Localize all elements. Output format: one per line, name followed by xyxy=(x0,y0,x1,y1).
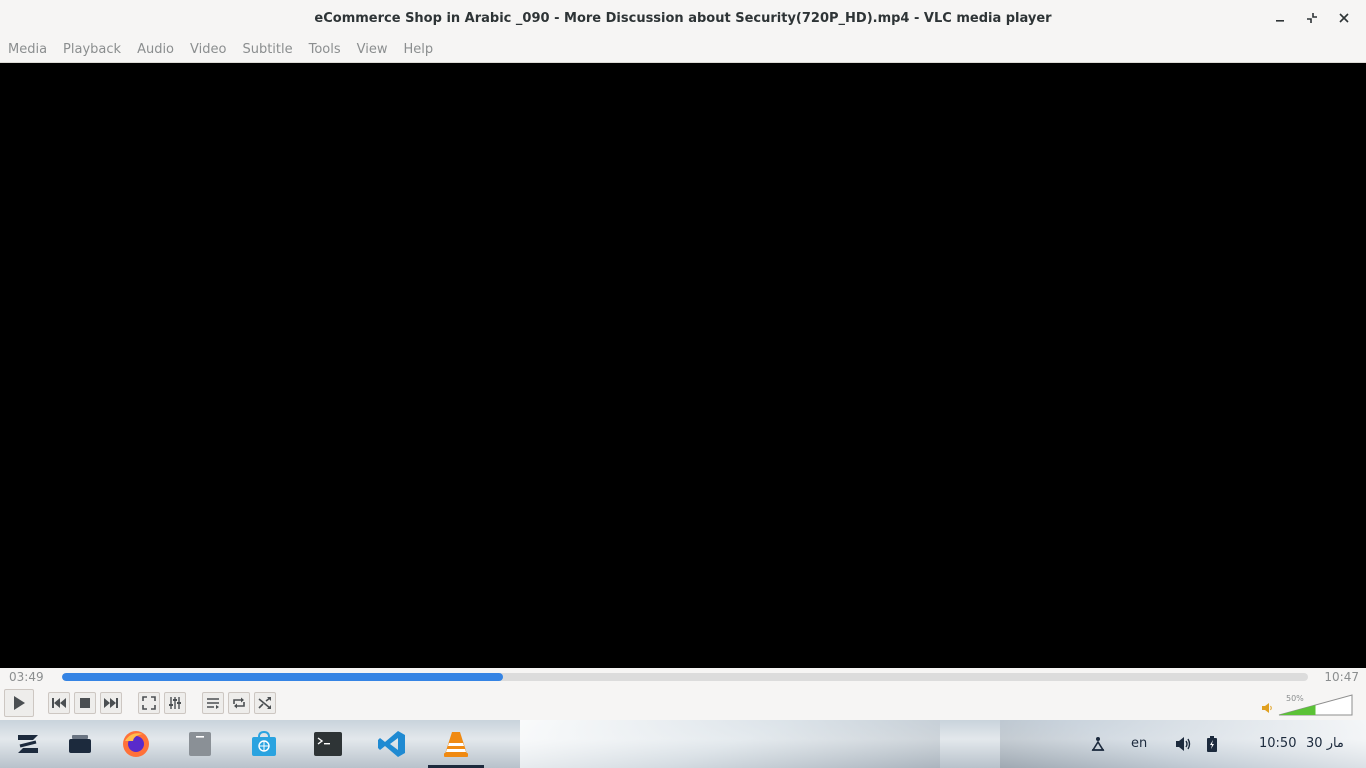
seek-bar-progress xyxy=(62,673,504,681)
terminal-icon[interactable] xyxy=(310,726,346,762)
vlc-icon[interactable] xyxy=(438,726,474,762)
keyboard-layout-indicator[interactable]: en xyxy=(1131,736,1147,751)
menu-subtitle[interactable]: Subtitle xyxy=(234,42,300,57)
skip-next-icon xyxy=(104,698,118,708)
menu-view[interactable]: View xyxy=(349,42,396,57)
mute-button[interactable] xyxy=(1260,701,1274,715)
stop-button[interactable] xyxy=(74,692,96,714)
clock[interactable]: 10:50 xyxy=(1259,736,1296,751)
title-bar: eCommerce Shop in Arabic _090 - More Dis… xyxy=(0,0,1366,36)
taskbar: en 10:50 30 مار xyxy=(0,720,1366,768)
minimize-icon xyxy=(1276,20,1284,22)
battery-icon[interactable] xyxy=(1194,726,1230,762)
menu-audio[interactable]: Audio xyxy=(129,42,182,57)
speaker-icon xyxy=(1262,703,1272,713)
minimize-button[interactable] xyxy=(1264,2,1296,34)
restore-icon xyxy=(1307,13,1317,23)
menu-media[interactable]: Media xyxy=(0,42,55,57)
loop-button[interactable] xyxy=(228,692,250,714)
playback-controls: 03:49 10:47 50% xyxy=(0,668,1366,720)
skip-previous-icon xyxy=(52,698,66,708)
seek-bar[interactable] xyxy=(62,673,1308,681)
zorin-menu-icon[interactable] xyxy=(10,726,46,762)
previous-button[interactable] xyxy=(48,692,70,714)
equalizer-icon xyxy=(169,697,181,709)
close-icon xyxy=(1339,13,1349,23)
menu-playback[interactable]: Playback xyxy=(55,42,129,57)
accessibility-icon[interactable] xyxy=(1080,726,1116,762)
video-display[interactable] xyxy=(0,63,1366,668)
elapsed-time[interactable]: 03:49 xyxy=(9,670,44,684)
volume-percentage: 50% xyxy=(1286,694,1304,703)
fullscreen-button[interactable] xyxy=(138,692,160,714)
menu-tools[interactable]: Tools xyxy=(301,42,349,57)
window-controls xyxy=(1264,0,1360,36)
restore-button[interactable] xyxy=(1296,2,1328,34)
extended-settings-button[interactable] xyxy=(164,692,186,714)
shuffle-button[interactable] xyxy=(254,692,276,714)
software-store-icon[interactable] xyxy=(246,726,282,762)
files-icon[interactable] xyxy=(182,726,218,762)
play-button[interactable] xyxy=(4,689,34,717)
volume-control: 50% xyxy=(1260,694,1360,718)
stop-icon xyxy=(80,698,90,708)
menu-help[interactable]: Help xyxy=(396,42,442,57)
playlist-button[interactable] xyxy=(202,692,224,714)
shuffle-icon xyxy=(258,697,271,709)
loop-icon xyxy=(233,697,245,709)
window-title: eCommerce Shop in Arabic _090 - More Dis… xyxy=(314,10,1052,26)
firefox-icon[interactable] xyxy=(118,726,154,762)
vscode-icon[interactable] xyxy=(374,726,410,762)
playlist-icon xyxy=(207,698,219,709)
menu-bar: Media Playback Audio Video Subtitle Tool… xyxy=(0,36,1366,63)
date[interactable]: 30 مار xyxy=(1306,736,1344,751)
workspace-icon[interactable] xyxy=(62,726,98,762)
total-time[interactable]: 10:47 xyxy=(1324,670,1359,684)
close-button[interactable] xyxy=(1328,2,1360,34)
menu-video[interactable]: Video xyxy=(182,42,234,57)
fullscreen-icon xyxy=(142,696,156,710)
next-button[interactable] xyxy=(100,692,122,714)
wallpaper-snow xyxy=(520,720,940,768)
play-icon xyxy=(14,696,25,710)
